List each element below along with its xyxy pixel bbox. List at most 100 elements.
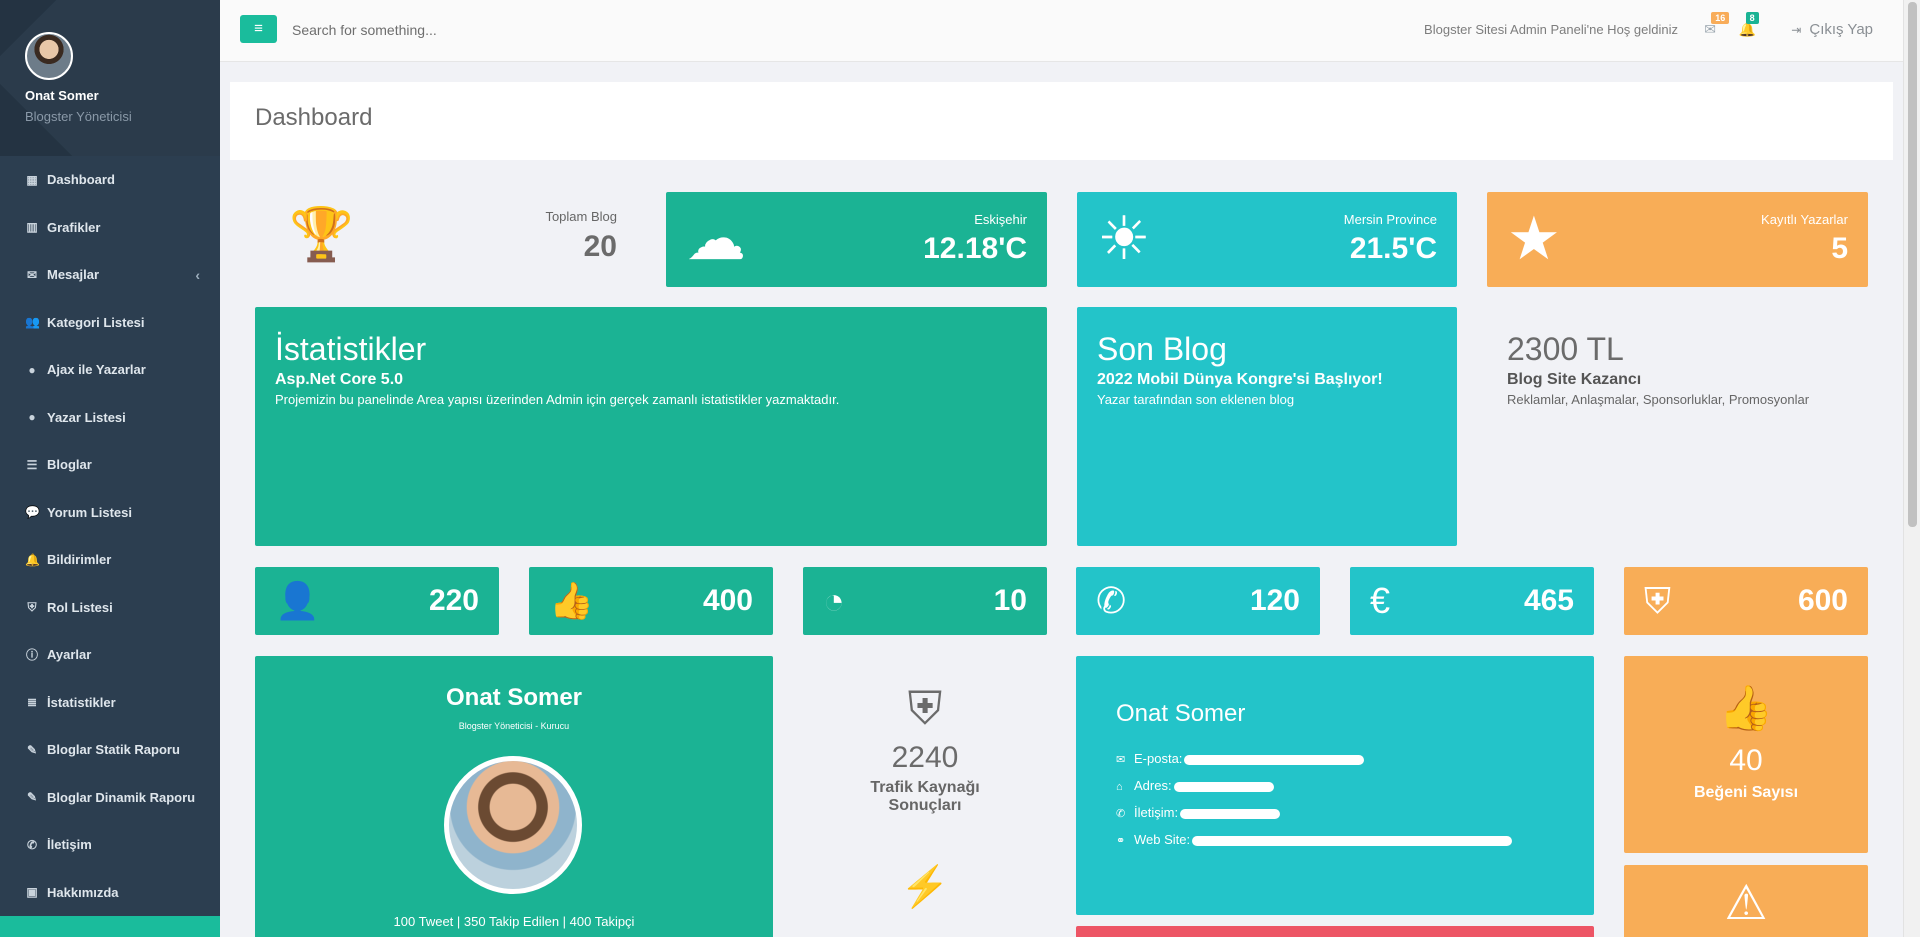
likes-widget: 👍 40 Beğeni Sayısı bbox=[1624, 656, 1868, 853]
weather-widget-mersin: ☀ Mersin Province 21.5'C bbox=[1077, 192, 1457, 287]
likes-value: 40 bbox=[1729, 744, 1763, 777]
redacted-address bbox=[1173, 781, 1274, 792]
sidebar-item-label: Bloglar bbox=[47, 457, 92, 473]
sidebar-item-bildirimler[interactable]: 🔔 Bildirimler bbox=[0, 536, 220, 584]
profile-card-role: Blogster Yöneticisi - Kurucu bbox=[458, 721, 570, 731]
sidebar-item-kategori-listesi[interactable]: 👥 Kategori Listesi bbox=[0, 299, 220, 347]
sidebar-item-dinamik-rapor[interactable]: ✎ Bloglar Dinamik Raporu bbox=[0, 774, 220, 822]
sign-out-icon: ⇥ bbox=[1791, 23, 1802, 37]
registered-writers-value: 5 bbox=[1831, 232, 1848, 265]
shield-icon: ⛨ bbox=[27, 599, 37, 614]
sidebar-item-label: Bloglar Dinamik Raporu bbox=[47, 789, 196, 805]
profile-role: Blogster Yöneticisi bbox=[25, 109, 132, 124]
mail-button[interactable]: ✉ 16 bbox=[1704, 12, 1730, 38]
registered-writers-label: Kayıtlı Yazarlar bbox=[1761, 212, 1848, 227]
envelope-icon: ✉ bbox=[26, 267, 38, 282]
statistics-title: İstatistikler bbox=[275, 331, 427, 367]
pencil-icon: ✎ bbox=[26, 742, 38, 757]
grid-icon: ▦ bbox=[26, 172, 38, 187]
list-icon: ☰ bbox=[26, 457, 38, 472]
sidebar-item-iletisim[interactable]: ✆ İletişim bbox=[0, 821, 220, 869]
profile-photo bbox=[444, 756, 582, 894]
sidebar-profile: Onat Somer Blogster Yöneticisi bbox=[0, 0, 220, 156]
total-blog-widget: 🏆 Toplam Blog 20 bbox=[255, 192, 617, 287]
traffic-widget: ⛨ 2240 Trafik Kaynağı Sonuçları ⚡ bbox=[803, 685, 1047, 910]
total-blog-value: 20 bbox=[583, 230, 617, 263]
lightning-icon: ⚡ bbox=[900, 865, 950, 909]
sidebar-item-yazar-listesi[interactable]: ● Yazar Listesi bbox=[0, 394, 220, 442]
sidebar-item-active[interactable] bbox=[0, 916, 220, 937]
hamburger-icon: ≡ bbox=[254, 20, 263, 37]
sidebar-item-hakkimizda[interactable]: ▣ Hakkımızda bbox=[0, 869, 220, 917]
sidebar-item-ayarlar[interactable]: ⓘ Ayarlar bbox=[0, 631, 220, 679]
profile-name[interactable]: Onat Somer bbox=[25, 88, 220, 103]
traffic-label-line1: Trafik Kaynağı bbox=[870, 779, 980, 796]
redacted-phone bbox=[1180, 808, 1281, 819]
sidebar-item-grafikler[interactable]: ▥ Grafikler bbox=[0, 204, 220, 252]
mini-stat-value: 120 bbox=[1249, 584, 1300, 617]
sidebar-item-dashboard[interactable]: ▦ Dashboard bbox=[0, 156, 220, 204]
likes-label: Beğeni Sayısı bbox=[1693, 784, 1799, 801]
search-input[interactable] bbox=[292, 18, 692, 42]
contact-email-label: E-posta: bbox=[1134, 751, 1183, 766]
registered-writers-widget: ★ Kayıtlı Yazarlar 5 bbox=[1487, 192, 1868, 287]
sidebar-item-ajax-yazarlar[interactable]: ● Ajax ile Yazarlar bbox=[0, 346, 220, 394]
database-icon: ≣ bbox=[26, 695, 38, 710]
sidebar-item-bloglar[interactable]: ☰ Bloglar bbox=[0, 441, 220, 489]
topbar: ≡ Blogster Sitesi Admin Paneli'ne Hoş ge… bbox=[220, 0, 1903, 62]
last-blog-description: Yazar tarafından son eklenen blog bbox=[1097, 392, 1295, 407]
earnings-description: Reklamlar, Anlaşmalar, Sponsorluklar, Pr… bbox=[1507, 392, 1810, 407]
euro-icon: € bbox=[1370, 580, 1391, 621]
sidebar-item-label: Ayarlar bbox=[47, 647, 92, 663]
mini-stat-phone: ✆ 120 bbox=[1076, 567, 1320, 635]
notification-button[interactable]: 🔔 8 bbox=[1739, 12, 1759, 38]
page-title: Dashboard bbox=[255, 104, 373, 131]
users-icon: 👥 bbox=[25, 315, 40, 330]
chevron-left-icon: ‹ bbox=[195, 266, 200, 283]
logout-button[interactable]: ⇥ Çıkış Yap bbox=[1791, 21, 1873, 38]
sidebar-item-label: Bildirimler bbox=[47, 552, 112, 568]
earnings-amount: 2300 TL bbox=[1507, 331, 1624, 367]
contact-address-label: Adres: bbox=[1134, 778, 1172, 793]
page-scrollbar[interactable] bbox=[1903, 0, 1920, 937]
warning-widget: ⚠ bbox=[1624, 865, 1868, 937]
total-blog-label: Toplam Blog bbox=[545, 209, 617, 224]
profile-card-name: Onat Somer bbox=[445, 684, 583, 711]
sidebar-item-label: Rol Listesi bbox=[47, 599, 113, 615]
phone-icon: ✆ bbox=[1096, 580, 1127, 621]
sidebar-item-label: Grafikler bbox=[47, 219, 101, 235]
star-icon: ★ bbox=[1507, 205, 1561, 272]
sidebar-item-yorum-listesi[interactable]: 💬 Yorum Listesi bbox=[0, 489, 220, 537]
weather-widget-eskisehir: ☁ Eskişehir 12.18'C bbox=[666, 192, 1047, 287]
profile-card: Onat Somer Blogster Yöneticisi - Kurucu … bbox=[255, 656, 773, 937]
redacted-website bbox=[1192, 835, 1513, 846]
sidebar-item-statik-rapor[interactable]: ✎ Bloglar Statik Raporu bbox=[0, 726, 220, 774]
cloud-icon: ☁ bbox=[686, 205, 746, 272]
sidebar-item-label: İletişim bbox=[47, 837, 92, 853]
contact-name: Onat Somer bbox=[1116, 700, 1246, 727]
sidebar-item-rol-listesi[interactable]: ⛨ Rol Listesi bbox=[0, 584, 220, 632]
contact-phone-row: ✆ İletişim: bbox=[1116, 805, 1281, 820]
weather-location: Mersin Province bbox=[1343, 212, 1437, 227]
sidebar-item-istatistikler[interactable]: ≣ İstatistikler bbox=[0, 679, 220, 727]
sidebar-item-mesajlar[interactable]: ✉ Mesajlar ‹ bbox=[0, 251, 220, 299]
home-icon: ⌂ bbox=[1116, 781, 1123, 793]
phone-icon: ✆ bbox=[26, 837, 38, 852]
scrollbar-thumb[interactable] bbox=[1908, 2, 1917, 527]
mail-count-badge: 16 bbox=[1711, 12, 1730, 24]
mini-stat-value: 10 bbox=[993, 584, 1027, 617]
sidebar: Onat Somer Blogster Yöneticisi ▦ Dashboar… bbox=[0, 0, 220, 937]
avatar[interactable] bbox=[25, 32, 73, 80]
menu-toggle-button[interactable]: ≡ bbox=[240, 15, 277, 43]
statistics-panel: İstatistikler Asp.Net Core 5.0 Projemizi… bbox=[255, 307, 1047, 546]
last-blog-subtitle[interactable]: 2022 Mobil Dünya Kongre'si Başlıyor! bbox=[1097, 371, 1383, 389]
sidebar-item-label: Yorum Listesi bbox=[47, 504, 133, 520]
sidebar-menu: ▦ Dashboard ▥ Grafikler ✉ Mesajlar ‹ 👥 Katego… bbox=[0, 156, 220, 937]
envelope-icon: ✉ bbox=[1116, 754, 1126, 766]
info-icon: ⓘ bbox=[25, 648, 38, 663]
shield-icon: ⛨ bbox=[907, 682, 943, 734]
trophy-icon: 🏆 bbox=[289, 206, 354, 264]
rss-icon: ◔ bbox=[823, 580, 845, 621]
contact-phone-label: İletişim: bbox=[1134, 805, 1179, 820]
mini-stat-value: 465 bbox=[1523, 584, 1574, 617]
